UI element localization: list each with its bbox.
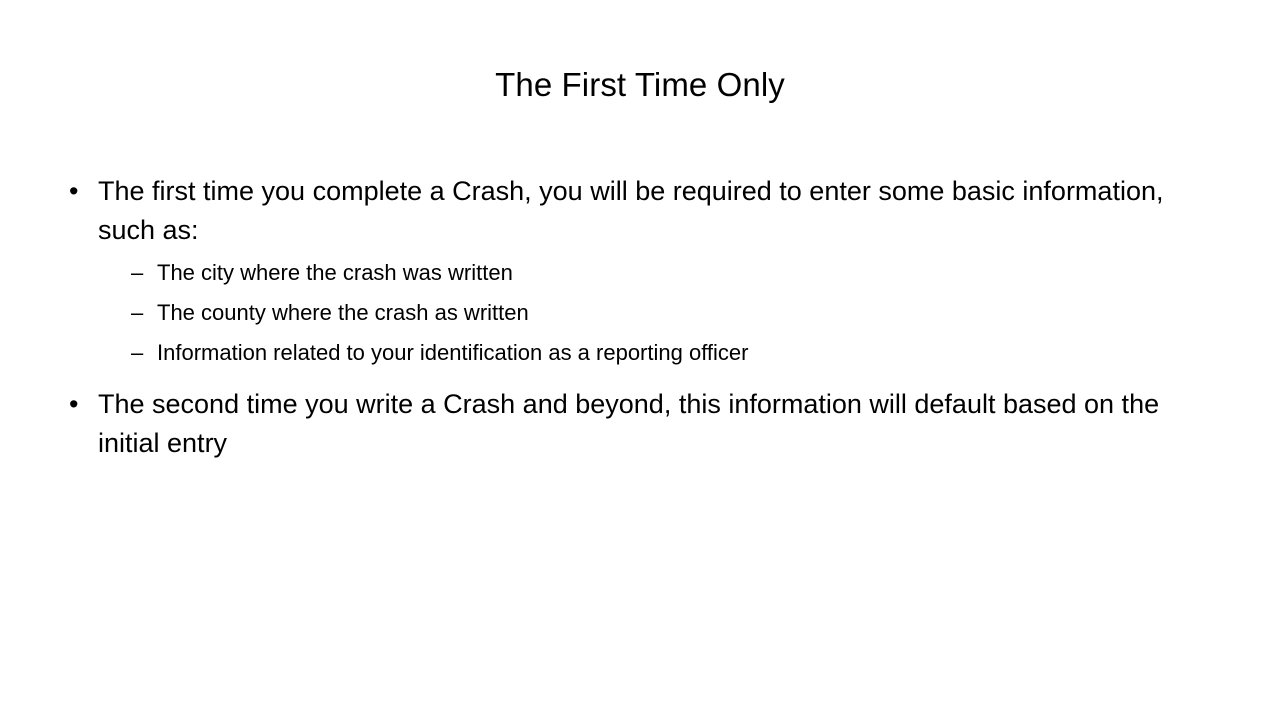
sub-bullet-text: The county where the crash as written — [157, 300, 529, 325]
bullet-marker-icon: • — [69, 176, 79, 206]
dash-marker-icon: – — [131, 340, 144, 365]
sub-bullet-text: The city where the crash was written — [157, 260, 513, 285]
slide-body: • The first time you complete a Crash, y… — [62, 172, 1222, 464]
sub-bullet-item-1: – The city where the crash was written — [131, 253, 1222, 293]
bullet-list-level2: – The city where the crash was written –… — [98, 253, 1222, 373]
sub-bullet-item-2: – The county where the crash as written — [131, 293, 1222, 333]
sub-bullet-text: Information related to your identificati… — [157, 340, 749, 365]
bullet-marker-icon: • — [69, 389, 79, 419]
bullet-item-1: • The first time you complete a Crash, y… — [62, 172, 1222, 383]
bullet-text: The first time you complete a Crash, you… — [98, 176, 1164, 245]
slide-title: The First Time Only — [495, 66, 785, 103]
bullet-item-2: • The second time you write a Crash and … — [62, 385, 1222, 462]
bullet-list-level1: • The first time you complete a Crash, y… — [62, 172, 1222, 462]
bullet-text: The second time you write a Crash and be… — [98, 389, 1160, 458]
dash-marker-icon: – — [131, 300, 144, 325]
dash-marker-icon: – — [131, 260, 144, 285]
slide: The First Time Only • The first time you… — [0, 0, 1280, 720]
sub-bullet-item-3: – Information related to your identifica… — [131, 333, 1222, 373]
